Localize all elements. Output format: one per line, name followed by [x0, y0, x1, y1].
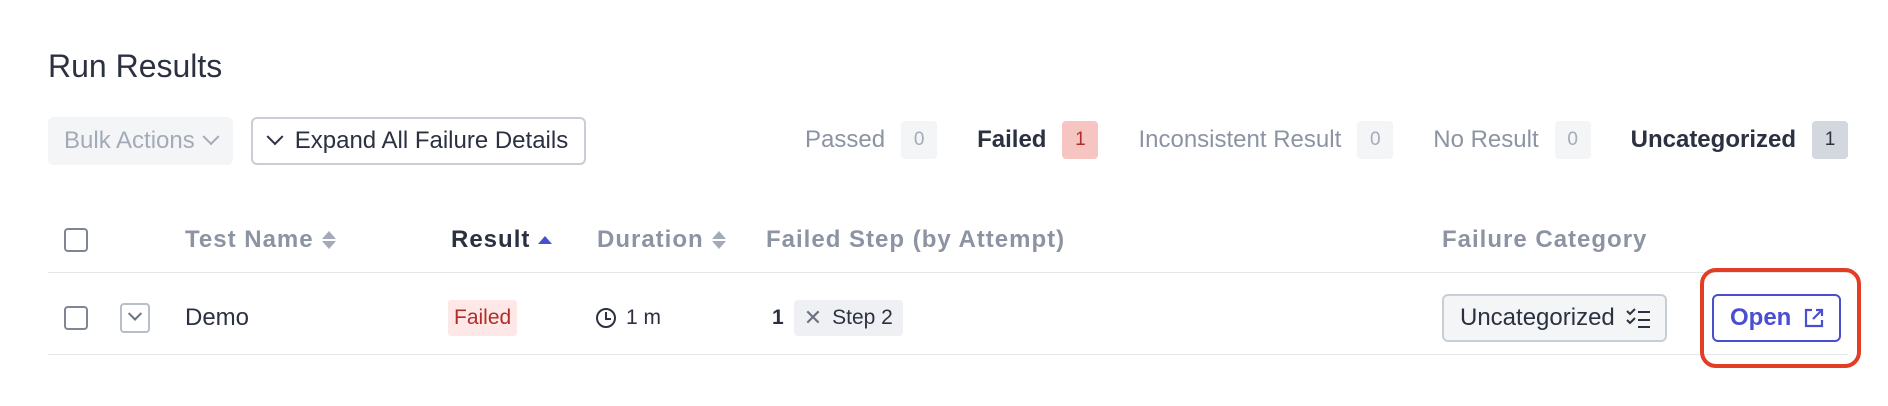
column-label: Duration: [597, 226, 704, 253]
row-select-checkbox[interactable]: [64, 306, 88, 330]
checklist-icon: [1626, 308, 1650, 328]
expand-all-failure-details-button[interactable]: Expand All Failure Details: [250, 117, 587, 165]
sort-ascending-icon: [538, 236, 553, 244]
failure-category-button[interactable]: Uncategorized: [1442, 294, 1667, 342]
duration-cell: 1 m: [596, 306, 661, 330]
filter-label: Failed: [977, 126, 1047, 153]
column-header-failed-step: Failed Step (by Attempt): [766, 222, 1065, 258]
attempt-number: 1: [772, 306, 784, 329]
test-name[interactable]: Demo: [185, 304, 249, 332]
column-header-failure-category: Failure Category: [1442, 222, 1647, 258]
failed-step-label: Step 2: [832, 306, 893, 329]
filter-label: No Result: [1433, 126, 1539, 153]
chevron-down-icon: [266, 128, 284, 146]
result-badge: Failed: [448, 300, 518, 336]
column-label: Failure Category: [1442, 226, 1648, 253]
sort-icon: [711, 231, 726, 249]
column-header-test-name[interactable]: Test Name: [185, 222, 336, 258]
bulk-actions-label: Bulk Actions: [64, 127, 195, 154]
failed-step-cell: 1 ✕ Step 2: [772, 300, 903, 336]
row-expand-button[interactable]: [120, 303, 150, 333]
select-all-checkbox[interactable]: [64, 228, 88, 252]
table-header: Test Name Result Duration Failed Step (b…: [48, 222, 1848, 272]
sort-icon: [321, 231, 336, 249]
column-label: Failed Step (by Attempt): [766, 226, 1066, 253]
category-label: Uncategorized: [1460, 304, 1615, 331]
chevron-down-icon: [127, 306, 143, 321]
expand-all-label: Expand All Failure Details: [294, 127, 569, 154]
table-row: Demo Failed 1 m 1 ✕ Step 2 Uncategorized…: [48, 282, 1848, 354]
select-all-cell: [64, 222, 88, 258]
column-header-duration[interactable]: Duration: [597, 222, 726, 258]
column-label: Result: [451, 226, 531, 253]
filter-label: Inconsistent Result: [1138, 126, 1342, 153]
close-icon: ✕: [803, 305, 823, 330]
table-divider: [48, 354, 1848, 355]
duration-value: 1 m: [626, 306, 662, 329]
toolbar: Bulk Actions Expand All Failure Details: [48, 117, 587, 165]
table-divider: [48, 272, 1848, 273]
bulk-actions-button[interactable]: Bulk Actions: [48, 117, 233, 165]
filter-label: Uncategorized: [1630, 126, 1796, 153]
filter-count: 1: [1062, 121, 1099, 159]
filter-label: Passed: [805, 126, 886, 153]
filter-no-result[interactable]: No Result 0: [1433, 121, 1591, 159]
filter-inconsistent-result[interactable]: Inconsistent Result 0: [1138, 121, 1394, 159]
filter-count: 0: [1554, 121, 1591, 159]
filter-count: 1: [1812, 121, 1848, 159]
highlight-annotation: [1700, 268, 1861, 368]
filter-failed[interactable]: Failed 1: [977, 121, 1099, 159]
clock-icon: [596, 308, 616, 328]
chevron-down-icon: [202, 128, 220, 146]
result-filters: Passed 0 Failed 1 Inconsistent Result 0 …: [765, 121, 1848, 159]
column-label: Test Name: [185, 226, 314, 253]
page-title: Run Results: [48, 48, 223, 84]
column-header-result[interactable]: Result: [451, 222, 553, 258]
filter-count: 0: [1357, 121, 1394, 159]
filter-count: 0: [901, 121, 938, 159]
filter-passed[interactable]: Passed 0: [805, 121, 938, 159]
failed-step-chip: ✕ Step 2: [793, 300, 903, 336]
filter-uncategorized[interactable]: Uncategorized 1: [1631, 121, 1848, 159]
